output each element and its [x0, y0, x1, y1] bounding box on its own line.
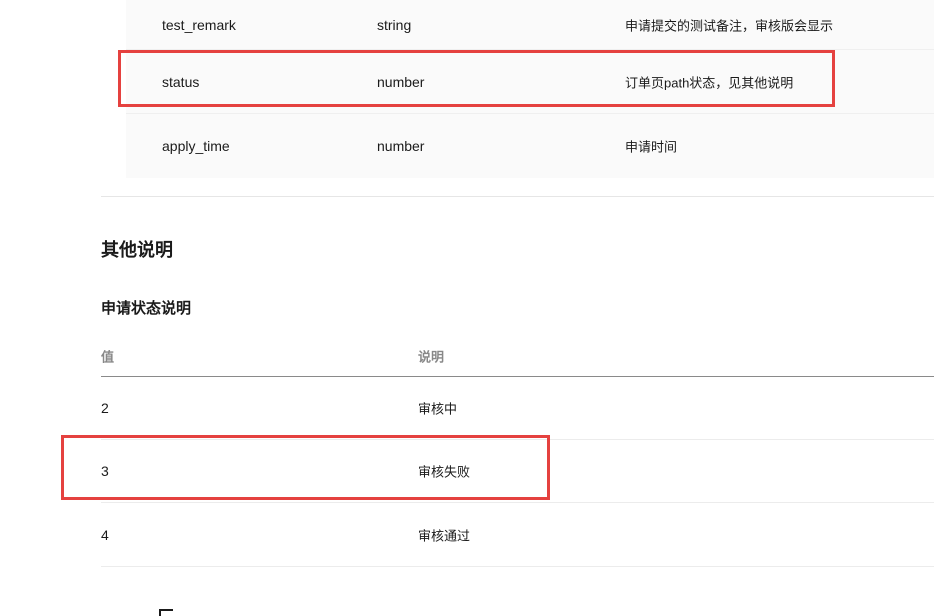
status-desc: 审核通过 — [418, 528, 471, 543]
section-divider — [101, 196, 934, 197]
status-desc: 审核中 — [418, 401, 458, 417]
column-header-value: 值 — [101, 349, 115, 364]
param-desc: 订单页path状态，见其他说明 — [625, 75, 794, 90]
status-value: 4 — [101, 526, 109, 543]
table-header: 值 说明 — [101, 335, 934, 377]
param-name: apply_time — [162, 138, 230, 154]
param-table: test_remark string 申请提交的测试备注，审核版会显示 stat… — [126, 0, 934, 178]
param-type: number — [377, 138, 425, 154]
cut-off-heading — [101, 605, 191, 616]
param-name: status — [162, 73, 200, 90]
table-row: 3 审核失败 — [101, 440, 934, 503]
status-desc: 审核失败 — [418, 464, 471, 480]
param-name: test_remark — [162, 16, 236, 33]
table-row: 4 审核通过 — [101, 503, 934, 567]
param-type: number — [377, 73, 425, 90]
table-row: test_remark string 申请提交的测试备注，审核版会显示 — [126, 0, 934, 50]
param-desc: 申请时间 — [625, 139, 678, 155]
status-value: 2 — [101, 400, 109, 416]
status-table: 值 说明 2 审核中 3 审核失败 4 审核通过 — [101, 335, 934, 567]
table-row: apply_time number 申请时间 — [126, 114, 934, 178]
other-notes-heading: 其他说明 — [101, 240, 173, 260]
param-type: string — [377, 16, 412, 33]
table-row: 2 审核中 — [101, 377, 934, 440]
table-row: status number 订单页path状态，见其他说明 — [126, 50, 934, 114]
doc-page: test_remark string 申请提交的测试备注，审核版会显示 stat… — [0, 0, 934, 616]
status-value: 3 — [101, 463, 109, 479]
status-notes-heading: 申请状态说明 — [101, 300, 192, 317]
column-header-desc: 说明 — [418, 349, 445, 364]
param-desc: 申请提交的测试备注，审核版会显示 — [625, 18, 834, 33]
